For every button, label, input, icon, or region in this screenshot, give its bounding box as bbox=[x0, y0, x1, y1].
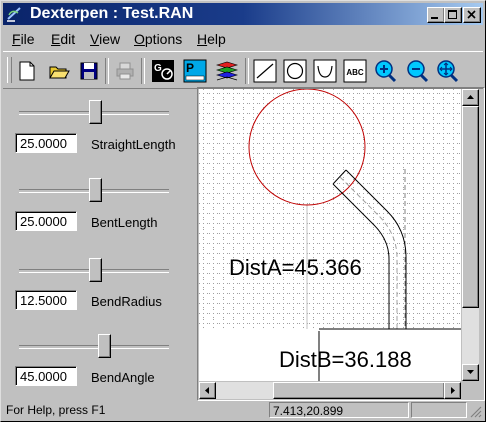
scroll-down-button[interactable] bbox=[462, 364, 479, 381]
svg-text:G: G bbox=[154, 63, 162, 74]
arc-icon[interactable] bbox=[313, 59, 337, 83]
dist-b-label: DistB=36.188 bbox=[279, 347, 412, 372]
bent-length-label: BentLength bbox=[91, 215, 158, 230]
main-window: Dexterpen : Test.RAN File Edit View Opti… bbox=[0, 0, 486, 422]
app-logo-icon bbox=[7, 7, 21, 22]
bend-angle-slider-track[interactable] bbox=[19, 345, 169, 349]
menu-edit[interactable]: Edit bbox=[51, 31, 75, 47]
bent-length-slider-thumb[interactable] bbox=[89, 178, 102, 202]
status-bar: For Help, press F1 7.413,20.899 bbox=[3, 400, 483, 420]
bend-radius-field[interactable]: 12.5000 bbox=[15, 290, 77, 310]
layers-icon[interactable] bbox=[215, 59, 239, 83]
toolbar-separator bbox=[141, 58, 145, 84]
zoom-out-icon[interactable] bbox=[405, 59, 429, 83]
toolbar: G P ABC bbox=[3, 51, 483, 89]
drawing-svg bbox=[199, 89, 461, 381]
scroll-up-button[interactable] bbox=[462, 89, 479, 106]
bend-radius-slider-thumb[interactable] bbox=[89, 258, 102, 282]
open-icon[interactable] bbox=[47, 59, 71, 83]
toolbar-separator bbox=[105, 58, 109, 84]
drawing-view: DistA=45.366 DistB=36.188 bbox=[197, 87, 485, 401]
straight-length-field[interactable]: 25.0000 bbox=[15, 133, 77, 153]
scroll-corner bbox=[462, 382, 479, 399]
bent-length-field[interactable]: 25.0000 bbox=[15, 211, 77, 231]
vertical-scroll-thumb[interactable] bbox=[462, 106, 479, 308]
drawing-canvas[interactable]: DistA=45.366 DistB=36.188 bbox=[199, 89, 461, 381]
minimize-button[interactable] bbox=[427, 7, 445, 23]
menu-help[interactable]: Help bbox=[197, 31, 226, 47]
grid bbox=[199, 89, 461, 329]
toolbar-grip[interactable] bbox=[7, 57, 12, 83]
svg-text:P: P bbox=[186, 61, 194, 75]
menu-bar: File Edit View Options Help bbox=[3, 27, 483, 49]
title-bar[interactable]: Dexterpen : Test.RAN bbox=[3, 3, 483, 25]
print-icon[interactable] bbox=[113, 59, 137, 83]
straight-length-label: StraightLength bbox=[91, 137, 176, 152]
arrow-left-icon bbox=[205, 387, 209, 394]
menu-options[interactable]: Options bbox=[134, 31, 182, 47]
dist-a-label: DistA=45.366 bbox=[229, 255, 362, 280]
bend-radius-label: BendRadius bbox=[91, 294, 162, 309]
minimize-icon bbox=[431, 17, 438, 19]
maximize-icon bbox=[448, 10, 457, 19]
menu-view[interactable]: View bbox=[90, 31, 120, 47]
arrow-right-icon bbox=[451, 387, 455, 394]
horizontal-scroll-thumb[interactable] bbox=[273, 382, 445, 399]
parameter-panel: 25.0000 StraightLength 25.0000 BentLengt… bbox=[3, 89, 195, 399]
panel-icon[interactable]: P bbox=[183, 59, 207, 83]
new-icon[interactable] bbox=[15, 59, 39, 83]
bend-angle-slider-thumb[interactable] bbox=[98, 334, 111, 358]
circle-icon[interactable] bbox=[283, 59, 307, 83]
close-button[interactable] bbox=[463, 7, 481, 23]
status-coordinates: 7.413,20.899 bbox=[269, 402, 409, 418]
svg-text:ABC: ABC bbox=[346, 68, 364, 77]
scroll-left-button[interactable] bbox=[199, 382, 216, 399]
bend-angle-label: BendAngle bbox=[91, 370, 155, 385]
save-icon[interactable] bbox=[77, 59, 101, 83]
maximize-button[interactable] bbox=[444, 7, 462, 23]
horizontal-scrollbar[interactable] bbox=[199, 382, 461, 399]
status-help-text: For Help, press F1 bbox=[6, 403, 106, 417]
vertical-scrollbar[interactable] bbox=[462, 89, 479, 381]
zoom-fit-icon[interactable] bbox=[435, 59, 459, 83]
window-title: Dexterpen : Test.RAN bbox=[30, 5, 194, 22]
menu-file[interactable]: File bbox=[12, 31, 35, 47]
bend-angle-field[interactable]: 45.0000 bbox=[15, 366, 77, 386]
toolbar-separator bbox=[245, 58, 249, 84]
resize-grip-icon[interactable] bbox=[469, 405, 482, 418]
zoom-in-icon[interactable] bbox=[373, 59, 397, 83]
text-icon[interactable]: ABC bbox=[343, 59, 367, 83]
gauge-icon[interactable]: G bbox=[151, 59, 175, 83]
close-icon bbox=[467, 10, 476, 19]
straight-length-slider-thumb[interactable] bbox=[89, 100, 102, 124]
arrow-down-icon bbox=[467, 370, 474, 374]
line-icon[interactable] bbox=[253, 59, 277, 83]
scroll-right-button[interactable] bbox=[444, 382, 461, 399]
arrow-up-icon bbox=[467, 95, 474, 99]
status-pane-empty bbox=[411, 402, 467, 418]
